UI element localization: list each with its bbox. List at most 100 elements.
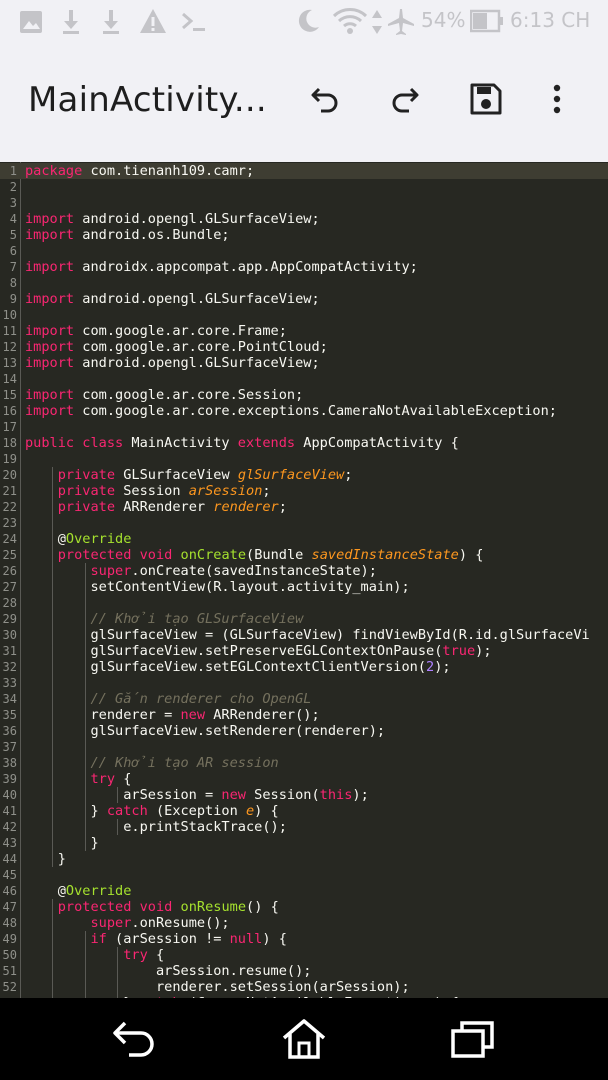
line-number: 6 — [9, 244, 17, 258]
recents-button[interactable] — [448, 1016, 498, 1062]
code-line[interactable]: 13 import android.opengl.GLSurfaceView; — [0, 355, 608, 371]
code-line[interactable]: 46 @Override — [0, 883, 608, 899]
code-text: import android.opengl.GLSurfaceView; — [25, 211, 320, 227]
download-icon — [103, 10, 119, 34]
code-line[interactable]: 42 e.printStackTrace(); — [0, 819, 608, 835]
code-line[interactable]: 29 // Khởi tạo GLSurfaceView — [0, 611, 608, 627]
home-button[interactable] — [279, 1016, 329, 1062]
redo-button[interactable] — [380, 74, 430, 124]
code-line[interactable]: 12 import com.google.ar.core.PointCloud; — [0, 339, 608, 355]
code-line[interactable]: 17 — [0, 419, 608, 435]
code-editor[interactable]: 1 package com.tienanh109.camr; 2 3 4 import a… — [0, 162, 608, 998]
code-line[interactable]: 9 import android.opengl.GLSurfaceView; — [0, 291, 608, 307]
code-line[interactable]: 48 super.onResume(); — [0, 915, 608, 931]
code-line[interactable]: 51 arSession.resume(); — [0, 963, 608, 979]
line-number: 37 — [2, 740, 17, 754]
code-line[interactable]: 23 — [0, 515, 608, 531]
code-line[interactable]: 45 — [0, 867, 608, 883]
code-line[interactable]: 3 — [0, 195, 608, 211]
recents-icon — [451, 1021, 494, 1058]
line-number: 21 — [2, 484, 17, 498]
code-text: import com.google.ar.core.Frame; — [25, 323, 287, 339]
code-line[interactable]: 25 protected void onCreate(Bundle savedI… — [0, 547, 608, 563]
line-number: 29 — [2, 612, 17, 626]
code-line[interactable]: 39 try { — [0, 771, 608, 787]
code-line[interactable]: 24 @Override — [0, 531, 608, 547]
indent-guide — [84, 931, 86, 998]
undo-icon — [311, 87, 338, 113]
code-line[interactable]: 47 protected void onResume() { — [0, 899, 608, 915]
code-text: private ARRenderer renderer; — [57, 499, 287, 515]
back-icon — [113, 1021, 154, 1057]
code-line[interactable]: 52 renderer.setSession(arSession); — [0, 979, 608, 995]
line-number: 9 — [9, 292, 17, 306]
line-number: 24 — [2, 532, 17, 546]
code-text: @Override — [25, 883, 132, 899]
battery-percent: 54% — [421, 8, 466, 32]
code-line[interactable]: 19 — [0, 451, 608, 467]
code-line[interactable]: 50 try { — [0, 947, 608, 963]
code-text: } — [25, 835, 99, 851]
code-line[interactable]: 26 super.onCreate(savedInstanceState); — [0, 563, 608, 579]
code-line[interactable]: 30 glSurfaceView = (GLSurfaceView) findV… — [0, 627, 608, 643]
code-line[interactable]: 4 import android.opengl.GLSurfaceView; — [0, 211, 608, 227]
line-number: 47 — [2, 900, 17, 914]
code-line[interactable]: 20 private GLSurfaceView glSurfaceView; — [0, 467, 608, 483]
undo-button[interactable] — [300, 74, 350, 124]
line-number: 50 — [2, 948, 17, 962]
code-text: super.onResume(); — [90, 915, 230, 931]
code-text: setContentView(R.layout.activity_main); — [25, 579, 410, 595]
code-line[interactable]: 8 — [0, 275, 608, 291]
line-number: 41 — [2, 804, 17, 818]
code-line[interactable]: 14 — [0, 371, 608, 387]
code-line[interactable]: 5 import android.os.Bundle; — [0, 227, 608, 243]
code-line[interactable]: 15 import com.google.ar.core.Session; — [0, 387, 608, 403]
code-text: @Override — [25, 531, 132, 547]
code-line[interactable]: 28 — [0, 595, 608, 611]
line-number: 35 — [2, 708, 17, 722]
code-line[interactable]: 21 private Session arSession; — [0, 483, 608, 499]
navigation-bar — [0, 998, 608, 1080]
line-number: 17 — [2, 420, 17, 434]
code-line[interactable]: 34 // Gắn renderer cho OpenGL — [0, 691, 608, 707]
code-line[interactable]: 43 } — [0, 835, 608, 851]
code-line[interactable]: 33 — [0, 675, 608, 691]
code-line[interactable]: 10 — [0, 307, 608, 323]
file-title: MainActivity... — [28, 80, 267, 120]
code-line[interactable]: 27 setContentView(R.layout.activity_main… — [0, 579, 608, 595]
code-line[interactable]: 31 glSurfaceView.setPreserveEGLContextOn… — [0, 643, 608, 659]
code-line[interactable]: 49 if (arSession != null) { — [0, 931, 608, 947]
code-line[interactable]: 16 import com.google.ar.core.exceptions.C… — [0, 403, 608, 419]
code-line[interactable]: 7 import androidx.appcompat.app.AppCompat… — [0, 259, 608, 275]
code-line[interactable]: 11 import com.google.ar.core.Frame; — [0, 323, 608, 339]
code-line[interactable]: 18 public class MainActivity extends AppC… — [0, 435, 608, 451]
code-line[interactable]: 32 glSurfaceView.setEGLContextClientVers… — [0, 659, 608, 675]
code-text: protected void onResume() { — [57, 899, 279, 915]
code-text: glSurfaceView = (GLSurfaceView) findView… — [25, 627, 590, 643]
code-line[interactable]: 40 arSession = new Session(this); — [0, 787, 608, 803]
code-text: glSurfaceView.setPreserveEGLContextOnPau… — [25, 643, 492, 659]
more-options-button[interactable] — [532, 74, 582, 124]
code-line[interactable]: 22 private ARRenderer renderer; — [0, 499, 608, 515]
code-line[interactable]: 37 — [0, 739, 608, 755]
code-text: import com.google.ar.core.Session; — [25, 387, 304, 403]
code-text: arSession.resume(); — [25, 963, 312, 979]
line-number: 25 — [2, 548, 17, 562]
back-button[interactable] — [110, 1016, 160, 1062]
line-number: 11 — [2, 324, 17, 338]
code-text: e.printStackTrace(); — [25, 819, 287, 835]
code-text: if (arSession != null) { — [90, 931, 287, 947]
more-vert-icon — [553, 84, 561, 114]
code-line[interactable]: 2 — [0, 179, 608, 195]
code-text: } — [25, 851, 66, 867]
line-number: 10 — [2, 308, 17, 322]
code-line[interactable]: 35 renderer = new ARRenderer(); — [0, 707, 608, 723]
code-line[interactable]: 41 } catch (Exception e) { — [0, 803, 608, 819]
code-text: import com.google.ar.core.PointCloud; — [25, 339, 328, 355]
code-line[interactable]: 1 package com.tienanh109.camr; — [0, 163, 608, 179]
code-line[interactable]: 36 glSurfaceView.setRenderer(renderer); — [0, 723, 608, 739]
save-button[interactable] — [461, 74, 511, 124]
code-line[interactable]: 44 } — [0, 851, 608, 867]
code-line[interactable]: 38 // Khởi tạo AR session — [0, 755, 608, 771]
code-line[interactable]: 6 — [0, 243, 608, 259]
